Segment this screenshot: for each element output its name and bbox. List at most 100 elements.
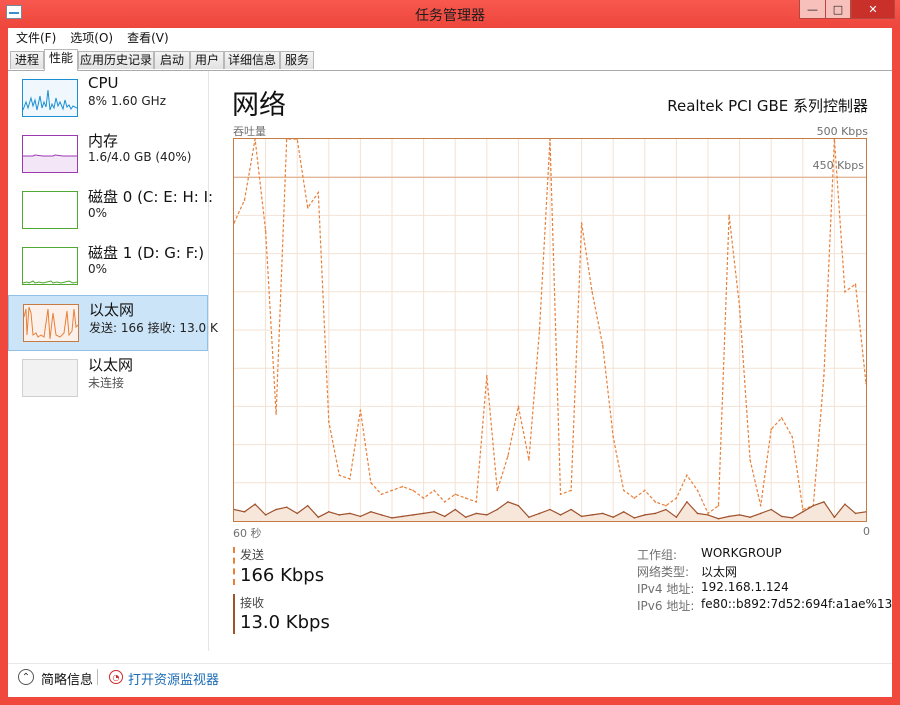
time-axis-left-label: 60 秒 [233, 527, 262, 540]
receive-data-point [349, 512, 351, 515]
network-type-key: 网络类型: [637, 565, 690, 579]
receive-data-point [665, 508, 667, 511]
send-data-point [854, 283, 857, 285]
send-data-point [591, 291, 593, 293]
receive-data-point [823, 501, 825, 503]
receive-data-point [728, 515, 730, 518]
send-data-point [612, 436, 614, 438]
send-data-point [496, 489, 499, 492]
receive-data-point [422, 512, 425, 515]
receive-data-point [580, 515, 583, 518]
receive-data-point [296, 512, 298, 515]
fewer-details-button[interactable]: 简略信息 [41, 669, 93, 688]
send-data-point [380, 493, 383, 496]
sidebar-item-disk-1[interactable]: 磁盘 1 (D: G: F:) 0% [8, 239, 208, 295]
sidebar-item-label: 磁盘 1 (D: G: F:) [88, 244, 205, 262]
send-data-point [686, 474, 688, 477]
receive-data-point [802, 511, 804, 513]
send-data-point [707, 512, 709, 515]
send-data-point [717, 504, 720, 507]
receive-data-point [675, 516, 678, 518]
send-data-point [780, 417, 783, 419]
receive-data-point [780, 515, 783, 518]
receive-data-point [338, 514, 341, 516]
send-data-point [296, 139, 298, 140]
sidebar-item-memory[interactable]: 内存 1.6/4.0 GB (40%) [8, 127, 208, 183]
adapter-name: Realtek PCI GBE 系列控制器 [667, 97, 868, 115]
send-data-point [570, 489, 572, 492]
send-data-point [306, 207, 309, 209]
footer-bar: ⌃ 简略信息 ◔ 打开资源监视器 [8, 663, 892, 698]
minimize-button[interactable]: — [799, 0, 825, 19]
tab-details[interactable]: 详细信息 [224, 51, 280, 69]
time-axis-right-label: 0 [863, 525, 870, 538]
receive-data-point [559, 514, 562, 516]
send-data-point [464, 497, 467, 499]
send-data-point [275, 413, 277, 415]
sidebar-item-cpu[interactable]: CPU 8% 1.60 GHz [8, 71, 208, 127]
send-value: 166 Kbps [240, 565, 325, 586]
send-data-point [665, 504, 667, 507]
send-data-point [675, 497, 678, 499]
receive-data-point [306, 504, 309, 507]
send-data-point [359, 409, 362, 412]
send-label: 发送 [240, 548, 265, 562]
tab-processes[interactable]: 进程 [10, 51, 44, 69]
send-data-point [749, 459, 751, 461]
menu-bar: 文件(F) 选项(O) 查看(V) [8, 28, 892, 46]
open-resource-monitor-link[interactable]: 打开资源监视器 [128, 669, 219, 688]
network-type-value: 以太网 [701, 565, 738, 579]
receive-data-point [243, 511, 246, 513]
receive-data-point [738, 514, 741, 516]
send-data-point [317, 191, 320, 194]
resource-monitor-icon[interactable]: ◔ [109, 670, 123, 684]
send-data-point [696, 489, 699, 492]
maximize-button[interactable]: □ [825, 0, 851, 19]
workgroup-key: 工作组: [637, 548, 678, 562]
network-throughput-chart: 450 Kbps [233, 138, 867, 522]
scale-line-label: 450 Kbps [812, 159, 864, 172]
tab-services[interactable]: 服务 [280, 51, 314, 69]
receive-data-point [707, 514, 709, 516]
send-data-point [349, 478, 351, 480]
sidebar-item-value: 0% [88, 206, 108, 220]
send-legend-bar [233, 547, 237, 585]
receive-data-point [833, 516, 836, 518]
send-data-point [264, 229, 267, 232]
send-data-point [328, 420, 330, 423]
menu-options[interactable]: 选项(O) [62, 28, 119, 46]
task-manager-window: 任务管理器 — □ ✕ 文件(F) 选项(O) 查看(V) 进程 性能 应用历史… [0, 0, 900, 705]
sidebar-item-ethernet[interactable]: 以太网 发送: 166 接收: 13.0 K [8, 295, 218, 351]
sidebar-item-label: 以太网 [89, 301, 135, 319]
send-data-point [528, 459, 530, 461]
tab-app-history[interactable]: 应用历史记录 [78, 51, 154, 69]
menu-view[interactable]: 查看(V) [119, 28, 175, 46]
receive-data-point [285, 506, 288, 509]
sidebar-item-label: 以太网 [88, 356, 134, 374]
send-data-point [243, 199, 246, 201]
receive-data-point [443, 515, 446, 518]
send-data-point [759, 504, 762, 507]
sidebar-item-ethernet-disconnected[interactable]: 以太网 未连接 [8, 351, 208, 407]
sidebar-item-value: 8% 1.60 GHz [88, 94, 167, 108]
chevron-up-icon[interactable]: ⌃ [18, 669, 34, 685]
tab-startup[interactable]: 启动 [154, 51, 190, 69]
tab-performance[interactable]: 性能 [44, 49, 78, 71]
close-button[interactable]: ✕ [851, 0, 895, 19]
receive-data-point [328, 511, 330, 513]
footer-divider [97, 669, 98, 685]
receive-data-point [464, 516, 467, 518]
sidebar-item-label: CPU [88, 74, 119, 92]
send-data-point [443, 501, 446, 503]
receive-value: 13.0 Kbps [240, 612, 330, 633]
title-bar[interactable]: 任务管理器 — □ ✕ [0, 0, 900, 28]
tab-users[interactable]: 用户 [190, 51, 224, 69]
menu-file[interactable]: 文件(F) [8, 28, 62, 46]
receive-data-point [770, 508, 772, 511]
receive-data-point [433, 511, 435, 513]
receive-data-point [380, 514, 383, 516]
sidebar-item-disk-0[interactable]: 磁盘 0 (C: E: H: I: 0% [8, 183, 213, 239]
receive-data-point [644, 514, 646, 516]
send-data-point [538, 329, 541, 331]
send-data-point [633, 497, 636, 499]
